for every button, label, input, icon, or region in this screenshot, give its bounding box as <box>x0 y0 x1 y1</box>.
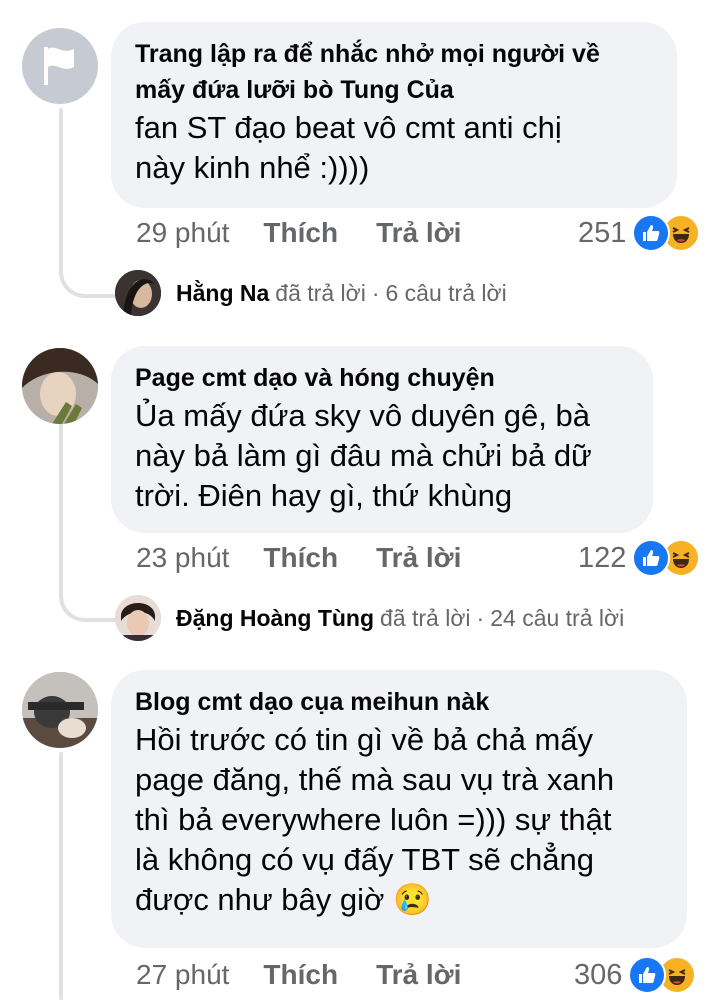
comment-text-line: Hồi trước có tin gì về bả chả mấy <box>135 722 594 757</box>
reaction-summary[interactable]: 122 <box>578 538 701 578</box>
comment-bubble[interactable]: Page cmt dạo và hóng chuyện Ủa mấy đứa s… <box>111 346 653 533</box>
thread-line-3 <box>59 752 63 1000</box>
like-reaction-icon <box>632 539 671 577</box>
like-reaction-icon <box>632 214 671 252</box>
reply-summary[interactable]: Hằng Na đã trả lời · 6 câu trả lời <box>176 270 507 316</box>
comment-text-line: là không có vụ đấy TBT sẽ chẳng <box>135 842 594 877</box>
page-avatar[interactable] <box>22 28 98 104</box>
comment-timestamp[interactable]: 29 phút <box>136 217 229 249</box>
user-avatar[interactable] <box>22 672 98 748</box>
comment-author[interactable]: Page cmt dạo và hóng chuyện <box>135 360 629 396</box>
reply-action-text: đã trả lời <box>275 279 366 306</box>
comment-actions: 23 phút Thích Trả lời <box>136 538 499 578</box>
comment-text-line: này bả làm gì đâu mà chửi bả dữ <box>135 438 592 473</box>
comment-actions: 29 phút Thích Trả lời <box>136 213 499 253</box>
comment-text-line: page đăng, thế mà sau vụ trà xanh <box>135 762 615 797</box>
comment-actions: 27 phút Thích Trả lời <box>136 955 499 995</box>
separator-dot: · <box>371 279 380 306</box>
thread-line-1 <box>59 108 63 276</box>
comment-timestamp[interactable]: 27 phút <box>136 959 229 991</box>
replier-avatar[interactable] <box>115 270 161 316</box>
reply-summary[interactable]: Đặng Hoàng Tùng đã trả lời · 24 câu trả … <box>176 595 624 641</box>
comment-text-line: này kinh nhể :)))) <box>135 150 370 185</box>
reaction-count: 306 <box>574 958 623 991</box>
thread-curve-2 <box>59 594 115 622</box>
reaction-count: 251 <box>578 216 627 249</box>
reply-count[interactable]: 24 câu trả lời <box>490 605 624 632</box>
comment-timestamp[interactable]: 23 phút <box>136 542 229 574</box>
separator-dot: · <box>476 604 485 631</box>
reply-action-text: đã trả lời <box>380 604 471 631</box>
comment-text-line: fan ST đạo beat vô cmt anti chị <box>135 110 562 145</box>
reply-button[interactable]: Trả lời <box>376 959 461 991</box>
replier-name[interactable]: Đặng Hoàng Tùng <box>176 605 374 632</box>
replier-name[interactable]: Hằng Na <box>176 280 269 307</box>
user-avatar[interactable] <box>22 348 98 424</box>
comment-text-line: Ủa mấy đứa sky vô duyên gê, bà <box>135 398 590 433</box>
reply-count[interactable]: 6 câu trả lời <box>385 280 506 307</box>
comment-bubble[interactable]: Trang lập ra để nhắc nhở mọi người về mấ… <box>111 22 677 208</box>
comment-author[interactable]: Blog cmt dạo cụa meihun nàk <box>135 684 663 720</box>
reply-button[interactable]: Trả lời <box>376 542 461 574</box>
flag-icon <box>44 47 74 85</box>
reaction-summary[interactable]: 251 <box>578 213 701 253</box>
comment-author[interactable]: Trang lập ra để nhắc nhở mọi người về <box>135 36 653 72</box>
comment-text-line: được như bây giờ 😢 <box>135 882 432 917</box>
thread-line-2 <box>59 420 63 600</box>
replier-avatar[interactable] <box>115 595 161 641</box>
reaction-count: 122 <box>578 541 627 574</box>
like-button[interactable]: Thích <box>263 959 338 991</box>
thread-curve-1 <box>59 270 115 298</box>
reply-button[interactable]: Trả lời <box>376 217 461 249</box>
comment-author-line2[interactable]: mấy đứa lưỡi bò Tung Của <box>135 72 653 108</box>
reaction-summary[interactable]: 306 <box>574 955 697 995</box>
like-button[interactable]: Thích <box>263 542 338 574</box>
comment-bubble[interactable]: Blog cmt dạo cụa meihun nàk Hồi trước có… <box>111 670 687 948</box>
like-button[interactable]: Thích <box>263 217 338 249</box>
comment-text-line: thì bả everywhere luôn =))) sự thật <box>135 802 612 837</box>
comment-text-line: trời. Điên hay gì, thứ khùng <box>135 478 513 513</box>
like-reaction-icon <box>628 956 667 994</box>
